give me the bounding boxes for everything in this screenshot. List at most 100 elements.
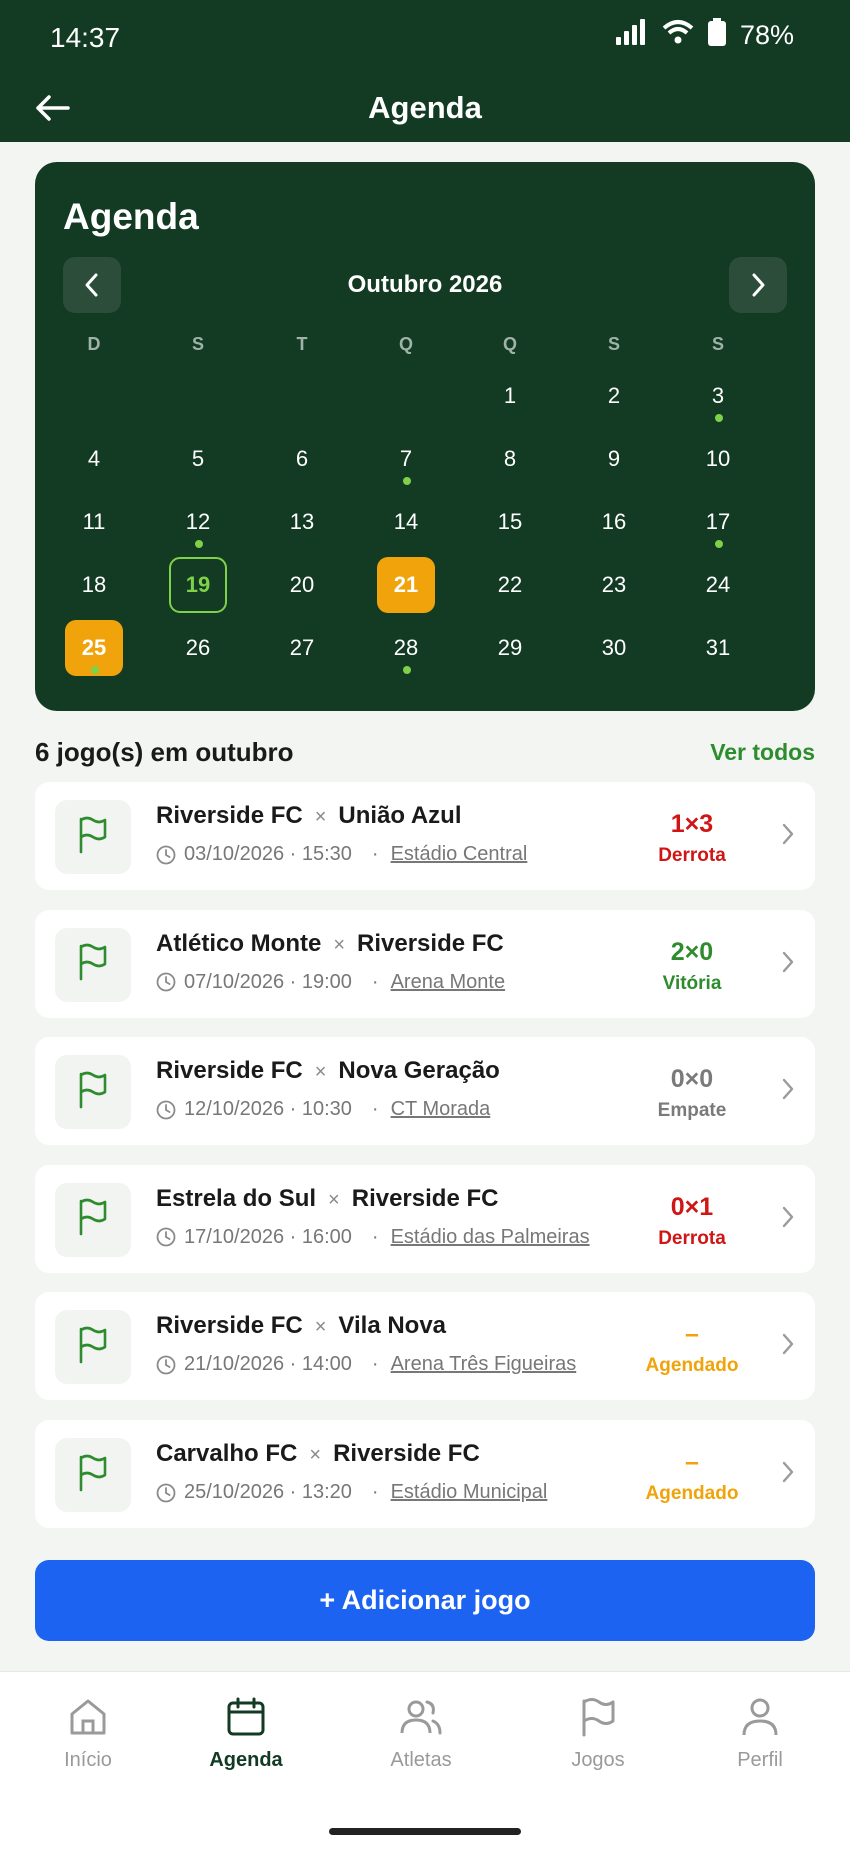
match-venue-link[interactable]: Estádio das Palmeiras bbox=[391, 1226, 590, 1249]
calendar-day[interactable]: 28 bbox=[354, 619, 458, 677]
match-card[interactable]: Carvalho FC × Riverside FC 25/10/2026 · 13:… bbox=[35, 1420, 815, 1528]
match-score: – bbox=[685, 1320, 699, 1349]
match-result: Agendado bbox=[645, 1483, 739, 1504]
match-card[interactable]: Atlético Monte × Riverside FC 07/10/2026 · … bbox=[35, 909, 815, 1018]
calendar-day[interactable]: 15 bbox=[458, 493, 562, 551]
next-month-button[interactable] bbox=[729, 257, 787, 313]
flag-icon bbox=[76, 1071, 110, 1114]
match-meta: 17/10/2026 · 16:00 · Estádio das Palmeiras bbox=[156, 1226, 590, 1249]
versus-symbol: × bbox=[328, 1188, 340, 1211]
nav-item-inicio[interactable]: Início bbox=[28, 1697, 148, 1772]
weekday-label: Q bbox=[398, 334, 413, 354]
nav-label-jogos: Jogos bbox=[571, 1749, 625, 1771]
calendar-day[interactable]: 29 bbox=[458, 619, 562, 677]
versus-symbol: × bbox=[309, 1444, 322, 1466]
calendar-day[interactable]: 6 bbox=[250, 430, 354, 488]
match-venue-link[interactable]: Estádio Municipal bbox=[391, 1481, 548, 1504]
day-number: 30 bbox=[601, 635, 627, 660]
page-title: Agenda bbox=[368, 90, 482, 125]
calendar-day[interactable]: 18 bbox=[42, 556, 146, 614]
calendar-day[interactable]: 5 bbox=[146, 430, 250, 488]
match-result: Derrota bbox=[658, 845, 726, 866]
calendar-day[interactable]: 22 bbox=[458, 556, 562, 614]
calendar-day[interactable]: 30 bbox=[562, 619, 666, 677]
add-game-button[interactable]: + Adicionar jogo bbox=[35, 1560, 815, 1641]
match-flag-badge bbox=[55, 1438, 131, 1512]
home-team: Carvalho FC bbox=[156, 1440, 298, 1467]
match-card[interactable]: Estrela do Sul × Riverside FC 17/10/2026 · … bbox=[35, 1164, 815, 1273]
home-indicator bbox=[329, 1828, 521, 1835]
calendar-day[interactable]: 25 bbox=[42, 619, 146, 677]
game-indicator-dot bbox=[403, 477, 411, 485]
calendar-day[interactable]: 17 bbox=[666, 493, 770, 551]
match-venue-link[interactable]: Estádio Central bbox=[391, 843, 528, 866]
calendar-day[interactable]: 19 bbox=[146, 556, 250, 614]
nav-item-jogos[interactable]: Jogos bbox=[538, 1697, 658, 1772]
versus-symbol: × bbox=[314, 1316, 327, 1339]
calendar-day[interactable]: 12 bbox=[146, 493, 250, 551]
calendar-day[interactable]: 3 bbox=[666, 367, 770, 425]
match-venue-link[interactable]: Arena Monte bbox=[391, 971, 506, 994]
chevron-right-icon bbox=[781, 1460, 795, 1484]
calendar-day[interactable]: 13 bbox=[250, 493, 354, 551]
calendar-day[interactable]: 1 bbox=[458, 367, 562, 425]
match-venue-link[interactable]: CT Morada bbox=[391, 1098, 491, 1121]
calendar-day[interactable]: 16 bbox=[562, 493, 666, 551]
calendar-day[interactable]: 23 bbox=[562, 556, 666, 614]
calendar-day[interactable]: 11 bbox=[42, 493, 146, 551]
match-card[interactable]: Riverside FC × Vila Nova 21/10/2026 · 14:00… bbox=[35, 1292, 815, 1401]
home-team: Riverside FC bbox=[156, 802, 303, 829]
match-card[interactable]: Riverside FC × União Azul 03/10/2026 · 15:3… bbox=[35, 782, 815, 890]
day-number: 29 bbox=[497, 635, 523, 660]
match-score: 2×0 bbox=[670, 937, 714, 966]
home-icon bbox=[70, 1699, 106, 1735]
match-meta: 07/10/2026 · 19:00 · Arena Monte bbox=[156, 971, 505, 994]
calendar-day[interactable]: 8 bbox=[458, 430, 562, 488]
match-venue-link[interactable]: Arena Três Figueiras bbox=[391, 1353, 577, 1376]
day-number: 15 bbox=[497, 509, 523, 534]
home-team: Riverside FC bbox=[156, 1057, 303, 1085]
day-number: 14 bbox=[393, 509, 419, 534]
battery-level: 78% bbox=[739, 20, 794, 50]
calendar-day[interactable]: 20 bbox=[250, 556, 354, 614]
nav-item-agenda[interactable]: Agenda bbox=[186, 1697, 306, 1772]
meta-separator: · bbox=[371, 970, 379, 993]
away-team: Vila Nova bbox=[338, 1312, 447, 1340]
away-team: Riverside FC bbox=[333, 1440, 480, 1467]
calendar-day[interactable]: 7 bbox=[354, 430, 458, 488]
calendar-day[interactable]: 4 bbox=[42, 430, 146, 488]
nav-item-atletas[interactable]: Atletas bbox=[361, 1697, 481, 1772]
match-meta: 03/10/2026 · 15:30 · Estádio Central bbox=[156, 843, 527, 866]
status-icons: 78% bbox=[615, 18, 794, 53]
game-indicator-dot bbox=[403, 666, 411, 674]
day-number: 10 bbox=[705, 446, 731, 471]
away-team: União Azul bbox=[338, 802, 462, 829]
calendar-day[interactable]: 24 bbox=[666, 556, 770, 614]
match-card[interactable]: Riverside FC × Nova Geração 12/10/2026 · 10… bbox=[35, 1037, 815, 1146]
day-number: 16 bbox=[601, 509, 627, 534]
away-team: Riverside FC bbox=[357, 929, 504, 957]
nav-item-perfil[interactable]: Perfil bbox=[700, 1697, 820, 1772]
weekday-label: D bbox=[87, 334, 101, 354]
match-teams: Atlético Monte × Riverside FC bbox=[156, 930, 504, 958]
bottom-navigation: Início Agenda Atletas Jogos Perfil bbox=[0, 1671, 850, 1850]
calendar-day[interactable]: 9 bbox=[562, 430, 666, 488]
clock-icon bbox=[156, 972, 176, 992]
calendar-day[interactable]: 10 bbox=[666, 430, 770, 488]
flag-icon bbox=[76, 1326, 110, 1369]
wifi-icon bbox=[662, 19, 694, 52]
chevron-right-icon bbox=[752, 273, 765, 297]
calendar-day[interactable]: 14 bbox=[354, 493, 458, 551]
calendar-day[interactable]: 26 bbox=[146, 619, 250, 677]
match-flag-badge bbox=[55, 927, 131, 1002]
match-datetime: 12/10/2026 · 10:30 bbox=[184, 1098, 352, 1121]
calendar-day[interactable]: 2 bbox=[562, 367, 666, 425]
calendar-day[interactable]: 27 bbox=[250, 619, 354, 677]
calendar-heading: Agenda bbox=[63, 196, 199, 237]
calendar-day[interactable]: 21 bbox=[354, 556, 458, 614]
users-icon bbox=[400, 1700, 442, 1735]
day-number: 1 bbox=[503, 383, 517, 408]
status-time: 14:37 bbox=[50, 22, 121, 53]
calendar-day[interactable]: 31 bbox=[666, 619, 770, 677]
see-all-link[interactable]: Ver todos bbox=[710, 739, 815, 766]
